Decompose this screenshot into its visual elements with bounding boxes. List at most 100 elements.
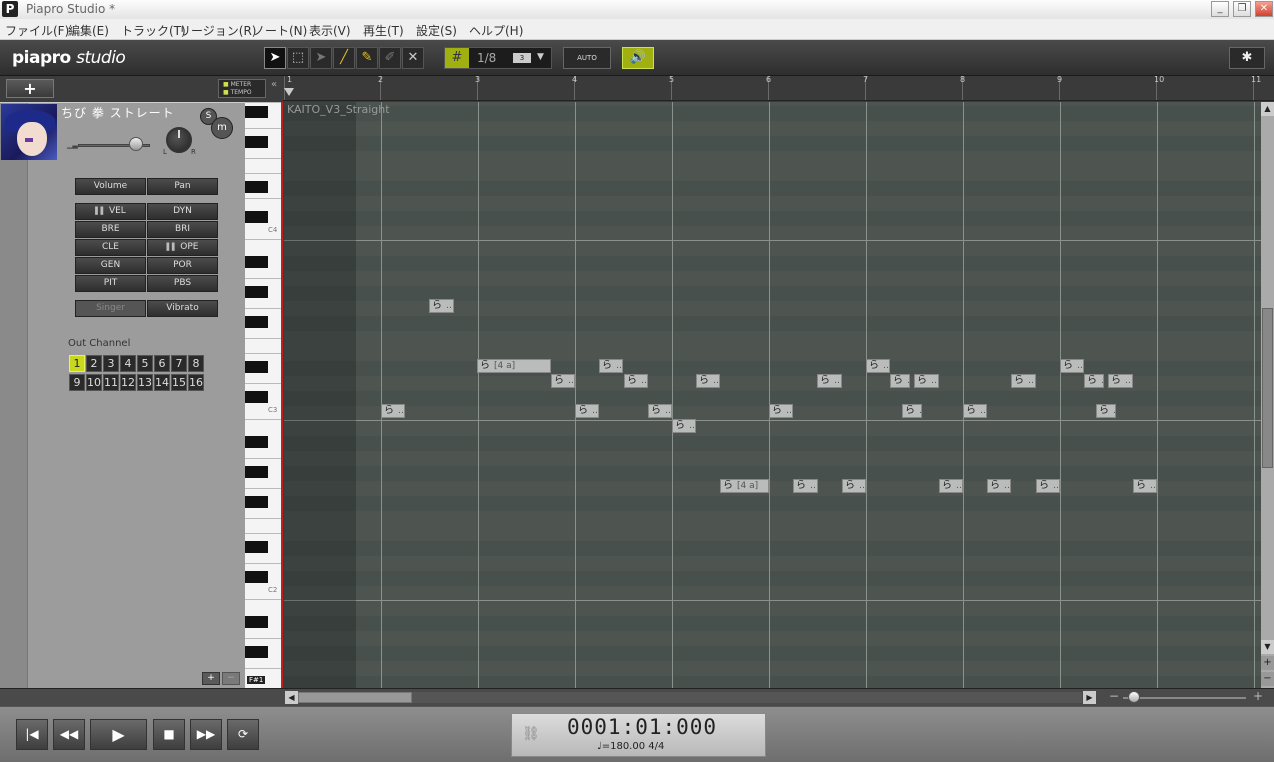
grid-quantize-select[interactable]: # 1/8 3 ▼ <box>444 47 552 69</box>
channel-button[interactable]: 12 <box>120 374 136 391</box>
vertical-scroll-thumb[interactable] <box>1262 308 1273 468</box>
channel-button[interactable]: 11 <box>103 374 119 391</box>
chevron-down-icon[interactable]: ▼ <box>537 52 544 62</box>
note[interactable]: ら… <box>1036 479 1060 493</box>
vel-button[interactable]: ▌▌ VEL <box>75 203 146 220</box>
note[interactable]: ら… <box>842 479 866 493</box>
note[interactable]: ら… <box>1084 374 1104 388</box>
note[interactable]: ら… <box>866 359 890 373</box>
menu-settings[interactable]: 設定(S) <box>416 22 457 39</box>
line-tool-icon[interactable]: ╱ <box>333 47 355 69</box>
zoom-out-button[interactable]: − <box>1109 689 1119 703</box>
rewind-button[interactable]: ◀◀ <box>53 719 85 750</box>
note[interactable]: ら… <box>914 374 939 388</box>
delete-tool-icon[interactable]: ✕ <box>402 47 424 69</box>
horizontal-scrollbar[interactable] <box>298 692 1082 703</box>
link-icon[interactable]: ⛓ <box>522 726 540 742</box>
auto-button[interactable]: AUTO <box>563 47 611 69</box>
scroll-left-button[interactable]: ◀ <box>285 691 298 704</box>
remove-param-button[interactable]: − <box>222 672 240 685</box>
note[interactable]: ら… <box>1096 404 1116 418</box>
note[interactable]: ら… <box>817 374 842 388</box>
channel-button[interactable]: 5 <box>137 355 153 372</box>
por-button[interactable]: POR <box>147 257 218 274</box>
grid-icon[interactable]: # <box>445 48 469 68</box>
horizontal-zoom-handle[interactable] <box>1128 691 1140 703</box>
note[interactable]: ら… <box>1011 374 1036 388</box>
mute-button[interactable]: m <box>211 117 233 139</box>
note[interactable]: ら… <box>381 404 405 418</box>
note[interactable]: ら… <box>793 479 818 493</box>
menu-note[interactable]: ノート(N) <box>253 22 307 39</box>
channel-button[interactable]: 6 <box>154 355 170 372</box>
channel-button[interactable]: 1 <box>69 355 85 372</box>
play-button[interactable]: ▶ <box>90 719 147 750</box>
piano-keyboard[interactable]: C4 C3 C2 F#1 <box>245 102 283 688</box>
channel-button[interactable]: 4 <box>120 355 136 372</box>
gear-icon[interactable]: ✱ <box>1229 47 1265 69</box>
note[interactable]: ら… <box>429 299 454 313</box>
note[interactable]: ら… <box>939 479 963 493</box>
meter-tempo-button[interactable]: ■ METER ■ TEMPO <box>218 79 266 98</box>
pan-button[interactable]: Pan <box>147 178 218 195</box>
note[interactable]: ら [4 a] <box>477 359 551 373</box>
channel-button[interactable]: 2 <box>86 355 102 372</box>
go-to-start-button[interactable]: |◀ <box>16 719 48 750</box>
singer-button[interactable]: Singer <box>75 300 146 317</box>
bre-button[interactable]: BRE <box>75 221 146 238</box>
eraser-tool-icon[interactable]: ✐ <box>379 47 401 69</box>
speaker-icon[interactable]: 🔊 <box>622 47 654 69</box>
collapse-panel-button[interactable]: « <box>271 79 277 90</box>
dyn-button[interactable]: DYN <box>147 203 218 220</box>
pbs-button[interactable]: PBS <box>147 275 218 292</box>
channel-button[interactable]: 9 <box>69 374 85 391</box>
range-select-tool-icon[interactable]: ⬚ <box>287 47 309 69</box>
channel-button[interactable]: 3 <box>103 355 119 372</box>
timeline-ruler[interactable]: 1 2 3 4 5 6 7 8 9 10 11 <box>283 75 1274 101</box>
menu-view[interactable]: 表示(V) <box>309 22 351 39</box>
menu-help[interactable]: ヘルプ(H) <box>469 22 523 39</box>
vertical-scrollbar[interactable]: ▲ ▼ + − <box>1261 102 1274 688</box>
sub-select-tool-icon[interactable]: ➤ <box>310 47 332 69</box>
fast-forward-button[interactable]: ▶▶ <box>190 719 222 750</box>
menu-region[interactable]: リージョン(R) <box>179 22 256 39</box>
note[interactable]: ら… <box>696 374 720 388</box>
bri-button[interactable]: BRI <box>147 221 218 238</box>
close-button[interactable]: ✕ <box>1255 1 1273 17</box>
channel-button[interactable]: 14 <box>154 374 170 391</box>
add-track-button[interactable]: + <box>6 79 54 98</box>
menu-edit[interactable]: 編集(E) <box>68 22 109 39</box>
vertical-zoom-out-button[interactable]: − <box>1261 672 1274 686</box>
note[interactable]: ら… <box>648 404 672 418</box>
maximize-button[interactable]: ❐ <box>1233 1 1251 17</box>
note[interactable]: ら… <box>1060 359 1084 373</box>
add-param-button[interactable]: + <box>202 672 220 685</box>
note[interactable]: ら… <box>575 404 599 418</box>
channel-button[interactable]: 8 <box>188 355 204 372</box>
channel-button[interactable]: 16 <box>188 374 204 391</box>
horizontal-zoom-slider[interactable] <box>1123 697 1246 699</box>
note[interactable]: ら… <box>902 404 922 418</box>
ope-button[interactable]: ▌▌ OPE <box>147 239 218 256</box>
zoom-in-button[interactable]: + <box>1253 689 1263 703</box>
horizontal-scroll-thumb[interactable] <box>298 692 412 703</box>
note[interactable]: ら… <box>890 374 910 388</box>
scroll-up-button[interactable]: ▲ <box>1261 102 1274 116</box>
channel-button[interactable]: 13 <box>137 374 153 391</box>
note[interactable]: ら… <box>599 359 623 373</box>
note[interactable]: ら [4 a] <box>720 479 769 493</box>
note[interactable]: ら… <box>672 419 696 433</box>
vibrato-button[interactable]: Vibrato <box>147 300 218 317</box>
menu-play[interactable]: 再生(T) <box>363 22 404 39</box>
note[interactable]: ら… <box>624 374 648 388</box>
gen-button[interactable]: GEN <box>75 257 146 274</box>
pit-button[interactable]: PIT <box>75 275 146 292</box>
note[interactable]: ら… <box>1108 374 1133 388</box>
channel-button[interactable]: 7 <box>171 355 187 372</box>
volume-button[interactable]: Volume <box>75 178 146 195</box>
piano-roll[interactable]: KAITO_V3_Straight ら… ら[4 a] ら… ら… ら… ら… … <box>284 102 1261 688</box>
channel-button[interactable]: 10 <box>86 374 102 391</box>
scroll-down-button[interactable]: ▼ <box>1261 640 1274 654</box>
pencil-tool-icon[interactable]: ✎ <box>356 47 378 69</box>
note[interactable]: ら… <box>963 404 987 418</box>
